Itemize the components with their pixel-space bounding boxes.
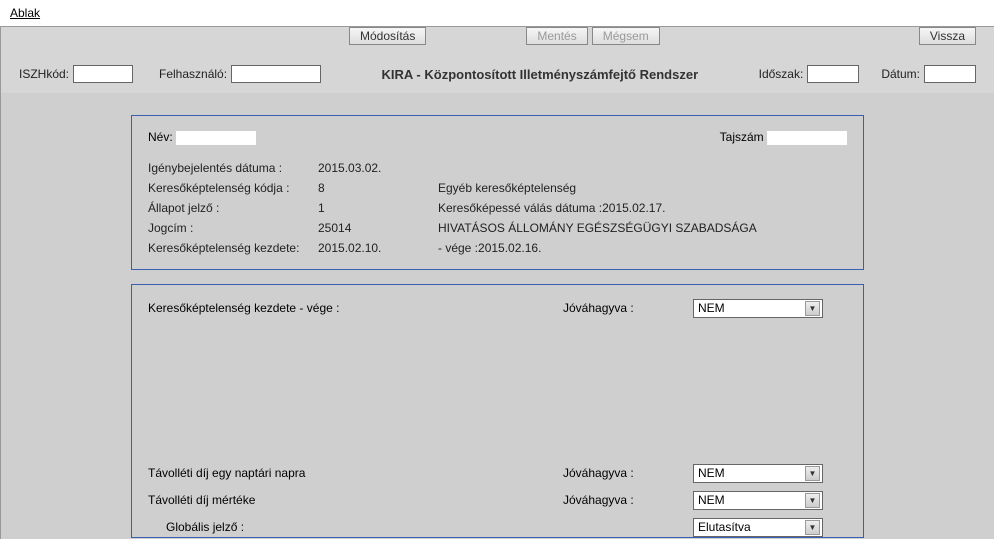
row2-select-value: NEM bbox=[698, 466, 725, 480]
megsem-button[interactable]: Mégsem bbox=[592, 27, 660, 45]
row4-select[interactable]: Elutasítva ▼ bbox=[693, 518, 823, 537]
nev-value bbox=[176, 131, 256, 145]
row1-select[interactable]: NEM ▼ bbox=[693, 299, 823, 318]
header-row: ISZHkód: Felhasználó: KIRA - Központosít… bbox=[19, 59, 976, 83]
iszh-input[interactable] bbox=[73, 65, 133, 83]
content-area: Név: Tajszám Igénybejelentés dátuma : 20… bbox=[0, 93, 994, 539]
iszh-label: ISZHkód: bbox=[19, 67, 69, 81]
datum-input[interactable] bbox=[924, 65, 976, 83]
row2-jova-label: Jóváhagyva : bbox=[563, 466, 693, 480]
jogcim-desc: HIVATÁSOS ÁLLOMÁNY EGÉSZSÉGÜGYI SZABADSÁ… bbox=[438, 221, 847, 235]
mentes-button[interactable]: Mentés bbox=[526, 27, 587, 45]
row2-label: Távolléti díj egy naptári napra bbox=[148, 466, 563, 480]
app-title: KIRA - Központosított Illetményszámfejtő… bbox=[325, 67, 755, 82]
felh-label: Felhasználó: bbox=[159, 67, 227, 81]
idoszak-label: Időszak: bbox=[759, 67, 804, 81]
chevron-down-icon: ▼ bbox=[805, 466, 820, 481]
kkezd-label: Keresőképtelenség kezdete: bbox=[148, 241, 318, 255]
jogcim-value: 25014 bbox=[318, 221, 438, 235]
chevron-down-icon: ▼ bbox=[805, 493, 820, 508]
igeny-label: Igénybejelentés dátuma : bbox=[148, 161, 318, 175]
nev-label: Név: bbox=[148, 130, 173, 144]
kvege-label: - vége : bbox=[438, 241, 478, 255]
row3-select-value: NEM bbox=[698, 493, 725, 507]
row1-label: Keresőképtelenség kezdete - vége : bbox=[148, 301, 563, 315]
tajszam-value bbox=[767, 131, 847, 145]
tajszam-label: Tajszám bbox=[720, 130, 764, 144]
kkod-value: 8 bbox=[318, 181, 438, 195]
approval-panel: Keresőképtelenség kezdete - vége : Jóváh… bbox=[131, 284, 864, 538]
row1-jova-label: Jóváhagyva : bbox=[563, 301, 693, 315]
button-row: Módosítás Mentés Mégsem Vissza bbox=[19, 27, 976, 59]
row3-select[interactable]: NEM ▼ bbox=[693, 491, 823, 510]
idoszak-input[interactable] bbox=[807, 65, 859, 83]
chevron-down-icon: ▼ bbox=[805, 520, 820, 535]
menu-ablak[interactable]: Ablak bbox=[10, 6, 40, 20]
menubar: Ablak bbox=[0, 0, 994, 27]
row2-select[interactable]: NEM ▼ bbox=[693, 464, 823, 483]
toolbar-area: Módosítás Mentés Mégsem Vissza ISZHkód: … bbox=[0, 27, 994, 93]
row4-label: Globális jelző : bbox=[166, 520, 563, 534]
info-panel: Név: Tajszám Igénybejelentés dátuma : 20… bbox=[131, 115, 864, 270]
chevron-down-icon: ▼ bbox=[805, 301, 820, 316]
igeny-value: 2015.03.02. bbox=[318, 161, 438, 175]
felh-input[interactable] bbox=[231, 65, 321, 83]
modositas-button[interactable]: Módosítás bbox=[349, 27, 426, 45]
datum-label: Dátum: bbox=[881, 67, 920, 81]
kvege-value: 2015.02.16. bbox=[478, 241, 541, 255]
kkezd-value: 2015.02.10. bbox=[318, 241, 438, 255]
row3-label: Távolléti díj mértéke bbox=[148, 493, 563, 507]
kkod-label: Keresőképtelenség kódja : bbox=[148, 181, 318, 195]
kkod-desc: Egyéb keresőképtelenség bbox=[438, 181, 847, 195]
kereso-value: 2015.02.17. bbox=[602, 201, 665, 215]
allapot-value: 1 bbox=[318, 201, 438, 215]
kereso-label: Keresőképessé válás dátuma : bbox=[438, 201, 602, 215]
row4-select-value: Elutasítva bbox=[698, 520, 751, 534]
vissza-button[interactable]: Vissza bbox=[919, 27, 976, 45]
jogcim-label: Jogcím : bbox=[148, 221, 318, 235]
row3-jova-label: Jóváhagyva : bbox=[563, 493, 693, 507]
allapot-label: Állapot jelző : bbox=[148, 201, 318, 215]
row1-select-value: NEM bbox=[698, 301, 725, 315]
